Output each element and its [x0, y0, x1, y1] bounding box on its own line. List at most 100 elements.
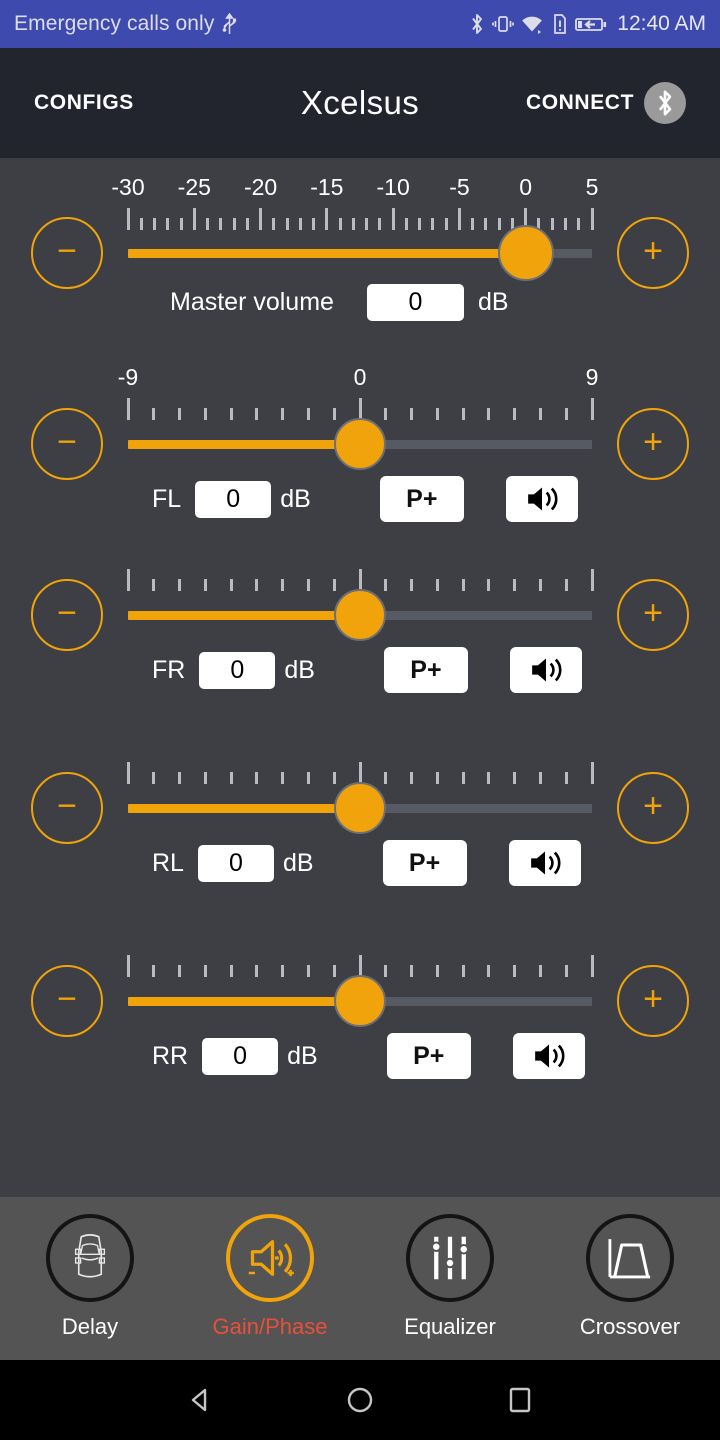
- fr-phase-label: P+: [410, 656, 441, 685]
- connect-button[interactable]: CONNECT: [526, 82, 686, 124]
- battery-charging-icon: [575, 12, 607, 36]
- minus-icon: −: [57, 982, 77, 1016]
- rl-gain-slider[interactable]: [128, 784, 592, 832]
- fr-decrease-button[interactable]: −: [31, 579, 103, 651]
- bottom-nav: Delay Gain/Phase Equalizer: [0, 1197, 720, 1360]
- fl-mute-button[interactable]: [506, 476, 578, 522]
- tick-minor: [281, 408, 284, 420]
- rl-controls: RL0dBP+: [152, 840, 581, 886]
- rr-mute-button[interactable]: [513, 1033, 585, 1079]
- slider-thumb[interactable]: [334, 418, 386, 470]
- tick-minor: [307, 965, 310, 977]
- tick-minor: [384, 965, 387, 977]
- fr-gain-unit: dB: [284, 656, 315, 685]
- tick-minor: [152, 408, 155, 420]
- tick-minor: [178, 772, 181, 784]
- android-home-button[interactable]: [280, 1384, 440, 1416]
- equalizer-sliders-icon: [425, 1230, 475, 1286]
- rr-increase-button[interactable]: +: [617, 965, 689, 1037]
- nav-item-crossover[interactable]: Crossover: [540, 1197, 720, 1340]
- plus-icon: +: [643, 234, 663, 268]
- tick-minor: [539, 408, 542, 420]
- channel-row-rl: − + RL0dBP+: [0, 734, 720, 927]
- tick-major: [359, 955, 362, 977]
- sim-alert-icon: [552, 12, 568, 36]
- nav-item-delay[interactable]: Delay: [0, 1197, 180, 1340]
- tick-minor: [333, 965, 336, 977]
- plus-icon: +: [643, 596, 663, 630]
- rl-increase-button[interactable]: +: [617, 772, 689, 844]
- tick-major: [325, 208, 328, 230]
- master-volume-value[interactable]: 0: [367, 284, 464, 321]
- tick-minor: [436, 579, 439, 591]
- plus-icon: +: [643, 789, 663, 823]
- nav-label-gain-phase: Gain/Phase: [213, 1314, 328, 1340]
- fr-increase-button[interactable]: +: [617, 579, 689, 651]
- slider-thumb[interactable]: [334, 589, 386, 641]
- fr-mute-button[interactable]: [510, 647, 582, 693]
- slider-thumb[interactable]: [334, 975, 386, 1027]
- nav-item-equalizer[interactable]: Equalizer: [360, 1197, 540, 1340]
- channel-ticks: [0, 567, 720, 591]
- tick-minor: [333, 579, 336, 591]
- fl-gain-slider[interactable]: [128, 420, 592, 468]
- rr-gain-value[interactable]: 0: [202, 1038, 278, 1075]
- fl-channel-label: FL: [152, 485, 181, 514]
- tick-minor: [178, 965, 181, 977]
- master-increase-button[interactable]: +: [617, 217, 689, 289]
- usb-icon: [222, 13, 237, 35]
- rl-decrease-button[interactable]: −: [31, 772, 103, 844]
- rl-gain-value[interactable]: 0: [198, 845, 274, 882]
- android-back-button[interactable]: [120, 1384, 280, 1416]
- master-tick-label: 5: [586, 174, 599, 201]
- fr-phase-button[interactable]: P+: [384, 647, 468, 693]
- fl-decrease-button[interactable]: −: [31, 408, 103, 480]
- tick-major: [127, 208, 130, 230]
- speaker-icon: [531, 1041, 567, 1071]
- rl-phase-button[interactable]: P+: [383, 840, 467, 886]
- speaker-icon: [528, 655, 564, 685]
- configs-button[interactable]: CONFIGS: [34, 91, 134, 115]
- slider-thumb[interactable]: [498, 225, 554, 281]
- master-volume-slider[interactable]: [128, 229, 592, 277]
- fl-phase-button[interactable]: P+: [380, 476, 464, 522]
- carrier-text: Emergency calls only: [14, 12, 214, 36]
- slider-thumb[interactable]: [334, 782, 386, 834]
- master-decrease-button[interactable]: −: [31, 217, 103, 289]
- master-tick-label: -30: [111, 174, 144, 201]
- slider-track-fill: [128, 440, 360, 449]
- rr-gain-slider[interactable]: [128, 977, 592, 1025]
- minus-icon: −: [57, 234, 77, 268]
- fr-gain-slider[interactable]: [128, 591, 592, 639]
- rl-mute-button[interactable]: [509, 840, 581, 886]
- tick-minor: [230, 579, 233, 591]
- rr-decrease-button[interactable]: −: [31, 965, 103, 1037]
- rr-phase-button[interactable]: P+: [387, 1033, 471, 1079]
- slider-track-fill: [128, 804, 360, 813]
- android-recents-button[interactable]: [440, 1385, 600, 1415]
- recents-square-icon: [505, 1385, 535, 1415]
- android-navigation-bar: [0, 1360, 720, 1440]
- channel-row-fr: −+FR0dBP+: [0, 541, 720, 734]
- nav-item-gain-phase[interactable]: Gain/Phase: [180, 1197, 360, 1340]
- tick-minor: [513, 965, 516, 977]
- bluetooth-icon: [469, 12, 485, 36]
- tick-minor: [307, 408, 310, 420]
- master-tick-labels: -30-25-20-15-10-505: [0, 174, 720, 202]
- tick-minor: [255, 965, 258, 977]
- channel-ticks: [0, 396, 720, 420]
- fl-gain-value[interactable]: 0: [195, 481, 271, 518]
- tick-major: [127, 762, 130, 784]
- master-ticks: [0, 206, 720, 230]
- gain-phase-panel: -30-25-20-15-10-505 − + Master volume 0 …: [0, 158, 720, 1197]
- master-tick-label: 0: [519, 174, 532, 201]
- fr-gain-value[interactable]: 0: [199, 652, 275, 689]
- fl-increase-button[interactable]: +: [617, 408, 689, 480]
- tick-minor: [204, 965, 207, 977]
- tick-minor: [333, 408, 336, 420]
- tick-major: [359, 762, 362, 784]
- rr-channel-label: RR: [152, 1042, 188, 1071]
- nav-label-equalizer: Equalizer: [404, 1314, 496, 1340]
- home-circle-icon: [344, 1384, 376, 1416]
- channel-tick-labels: -909: [0, 364, 720, 392]
